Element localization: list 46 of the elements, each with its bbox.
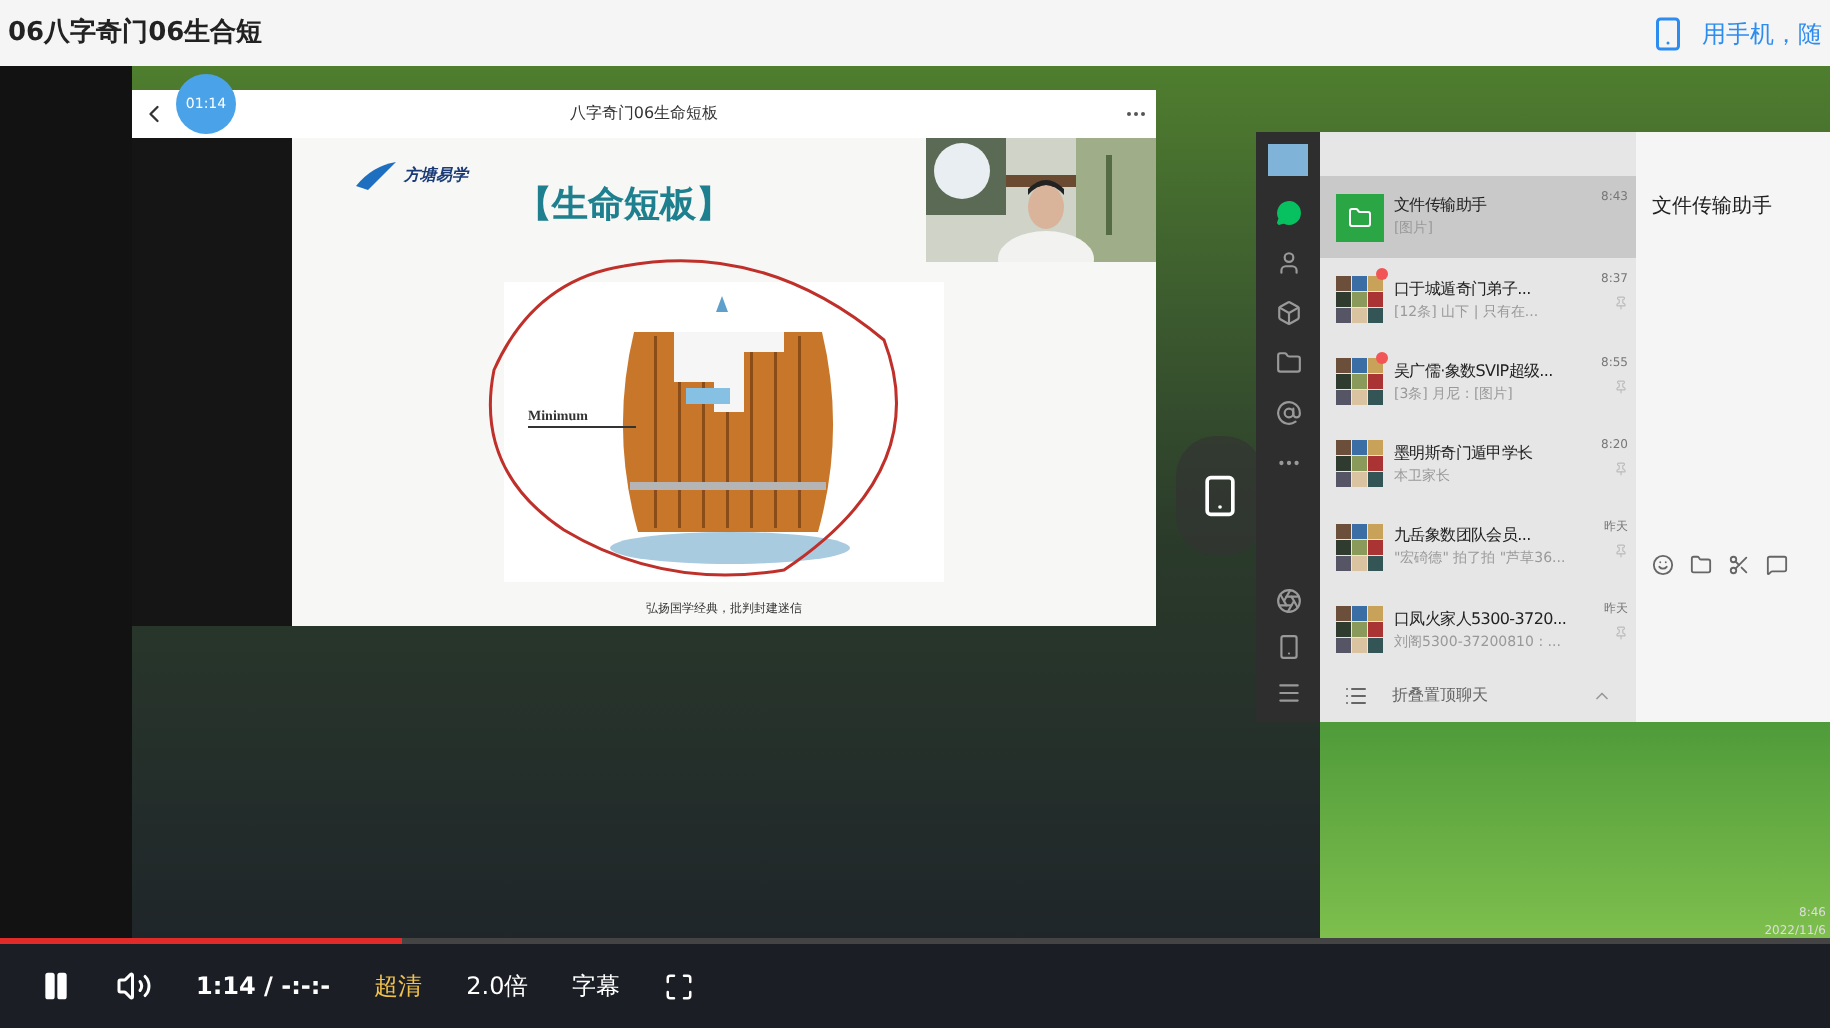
chat-bubble-icon[interactable] <box>1766 554 1788 576</box>
pause-button[interactable] <box>40 970 72 1002</box>
group-avatar-icon <box>1336 358 1384 407</box>
group-avatar-icon <box>1336 605 1384 654</box>
chat-name: 墨明斯奇门遁甲学长 <box>1394 442 1535 467</box>
time-display: 1:14 / -:-:- <box>196 970 331 1004</box>
group-avatar-icon <box>1336 275 1384 324</box>
group-avatar-icon <box>1336 523 1384 572</box>
subtitles-button[interactable]: 字幕 <box>572 968 621 1004</box>
chat-pane-title: 文件传输助手 <box>1650 193 1774 222</box>
pin-icon <box>1614 626 1628 641</box>
viewer-title: 八字奇门06生命短板 <box>569 102 719 126</box>
chat-name: 九岳象数团队会员... <box>1394 524 1533 549</box>
aperture-icon[interactable] <box>1275 588 1301 614</box>
pin-icon <box>1614 461 1628 476</box>
slide-heading: 【生命短板】 <box>516 182 732 230</box>
logo-text: 方塘易学 <box>404 164 468 188</box>
menu-icon[interactable] <box>1275 680 1301 706</box>
pin-icon <box>1614 379 1628 393</box>
logo-icon <box>356 162 396 190</box>
phone-icon[interactable] <box>1275 634 1301 660</box>
phone-icon <box>1650 15 1686 51</box>
chat-name: 文件传输助手 <box>1394 194 1489 219</box>
folder-avatar-icon <box>1336 193 1384 242</box>
chat-icon[interactable] <box>1275 200 1301 226</box>
chat-name: 口于城遁奇门弟子... <box>1394 277 1533 302</box>
video-title: 06八字奇门06生合短 <box>8 15 263 52</box>
chat-name: 口凤火家人5300-3720... <box>1394 607 1569 632</box>
emoji-icon[interactable] <box>1652 554 1674 576</box>
quality-button[interactable]: 超清 <box>374 968 423 1004</box>
folder-icon[interactable] <box>1690 554 1712 576</box>
pin-icon <box>1614 544 1628 558</box>
cube-icon[interactable] <box>1275 300 1301 326</box>
scissors-icon[interactable] <box>1728 554 1750 576</box>
pin-icon <box>1614 296 1628 311</box>
chat-name: 吴广儒·象数SVIP超级... <box>1394 359 1555 384</box>
speed-button[interactable]: 2.0倍 <box>466 968 529 1004</box>
volume-button[interactable] <box>116 968 152 1004</box>
folded-chats-bar[interactable]: 折叠置顶聊天 <box>1320 671 1636 723</box>
fullscreen-button[interactable] <box>664 971 695 1001</box>
group-avatar-icon <box>1336 440 1384 489</box>
contacts-icon[interactable] <box>1275 250 1301 276</box>
progress-track[interactable] <box>0 938 1830 944</box>
folder-icon[interactable] <box>1275 350 1301 376</box>
at-icon[interactable] <box>1275 400 1301 426</box>
folded-chats-label: 折叠置顶聊天 <box>1392 684 1488 709</box>
